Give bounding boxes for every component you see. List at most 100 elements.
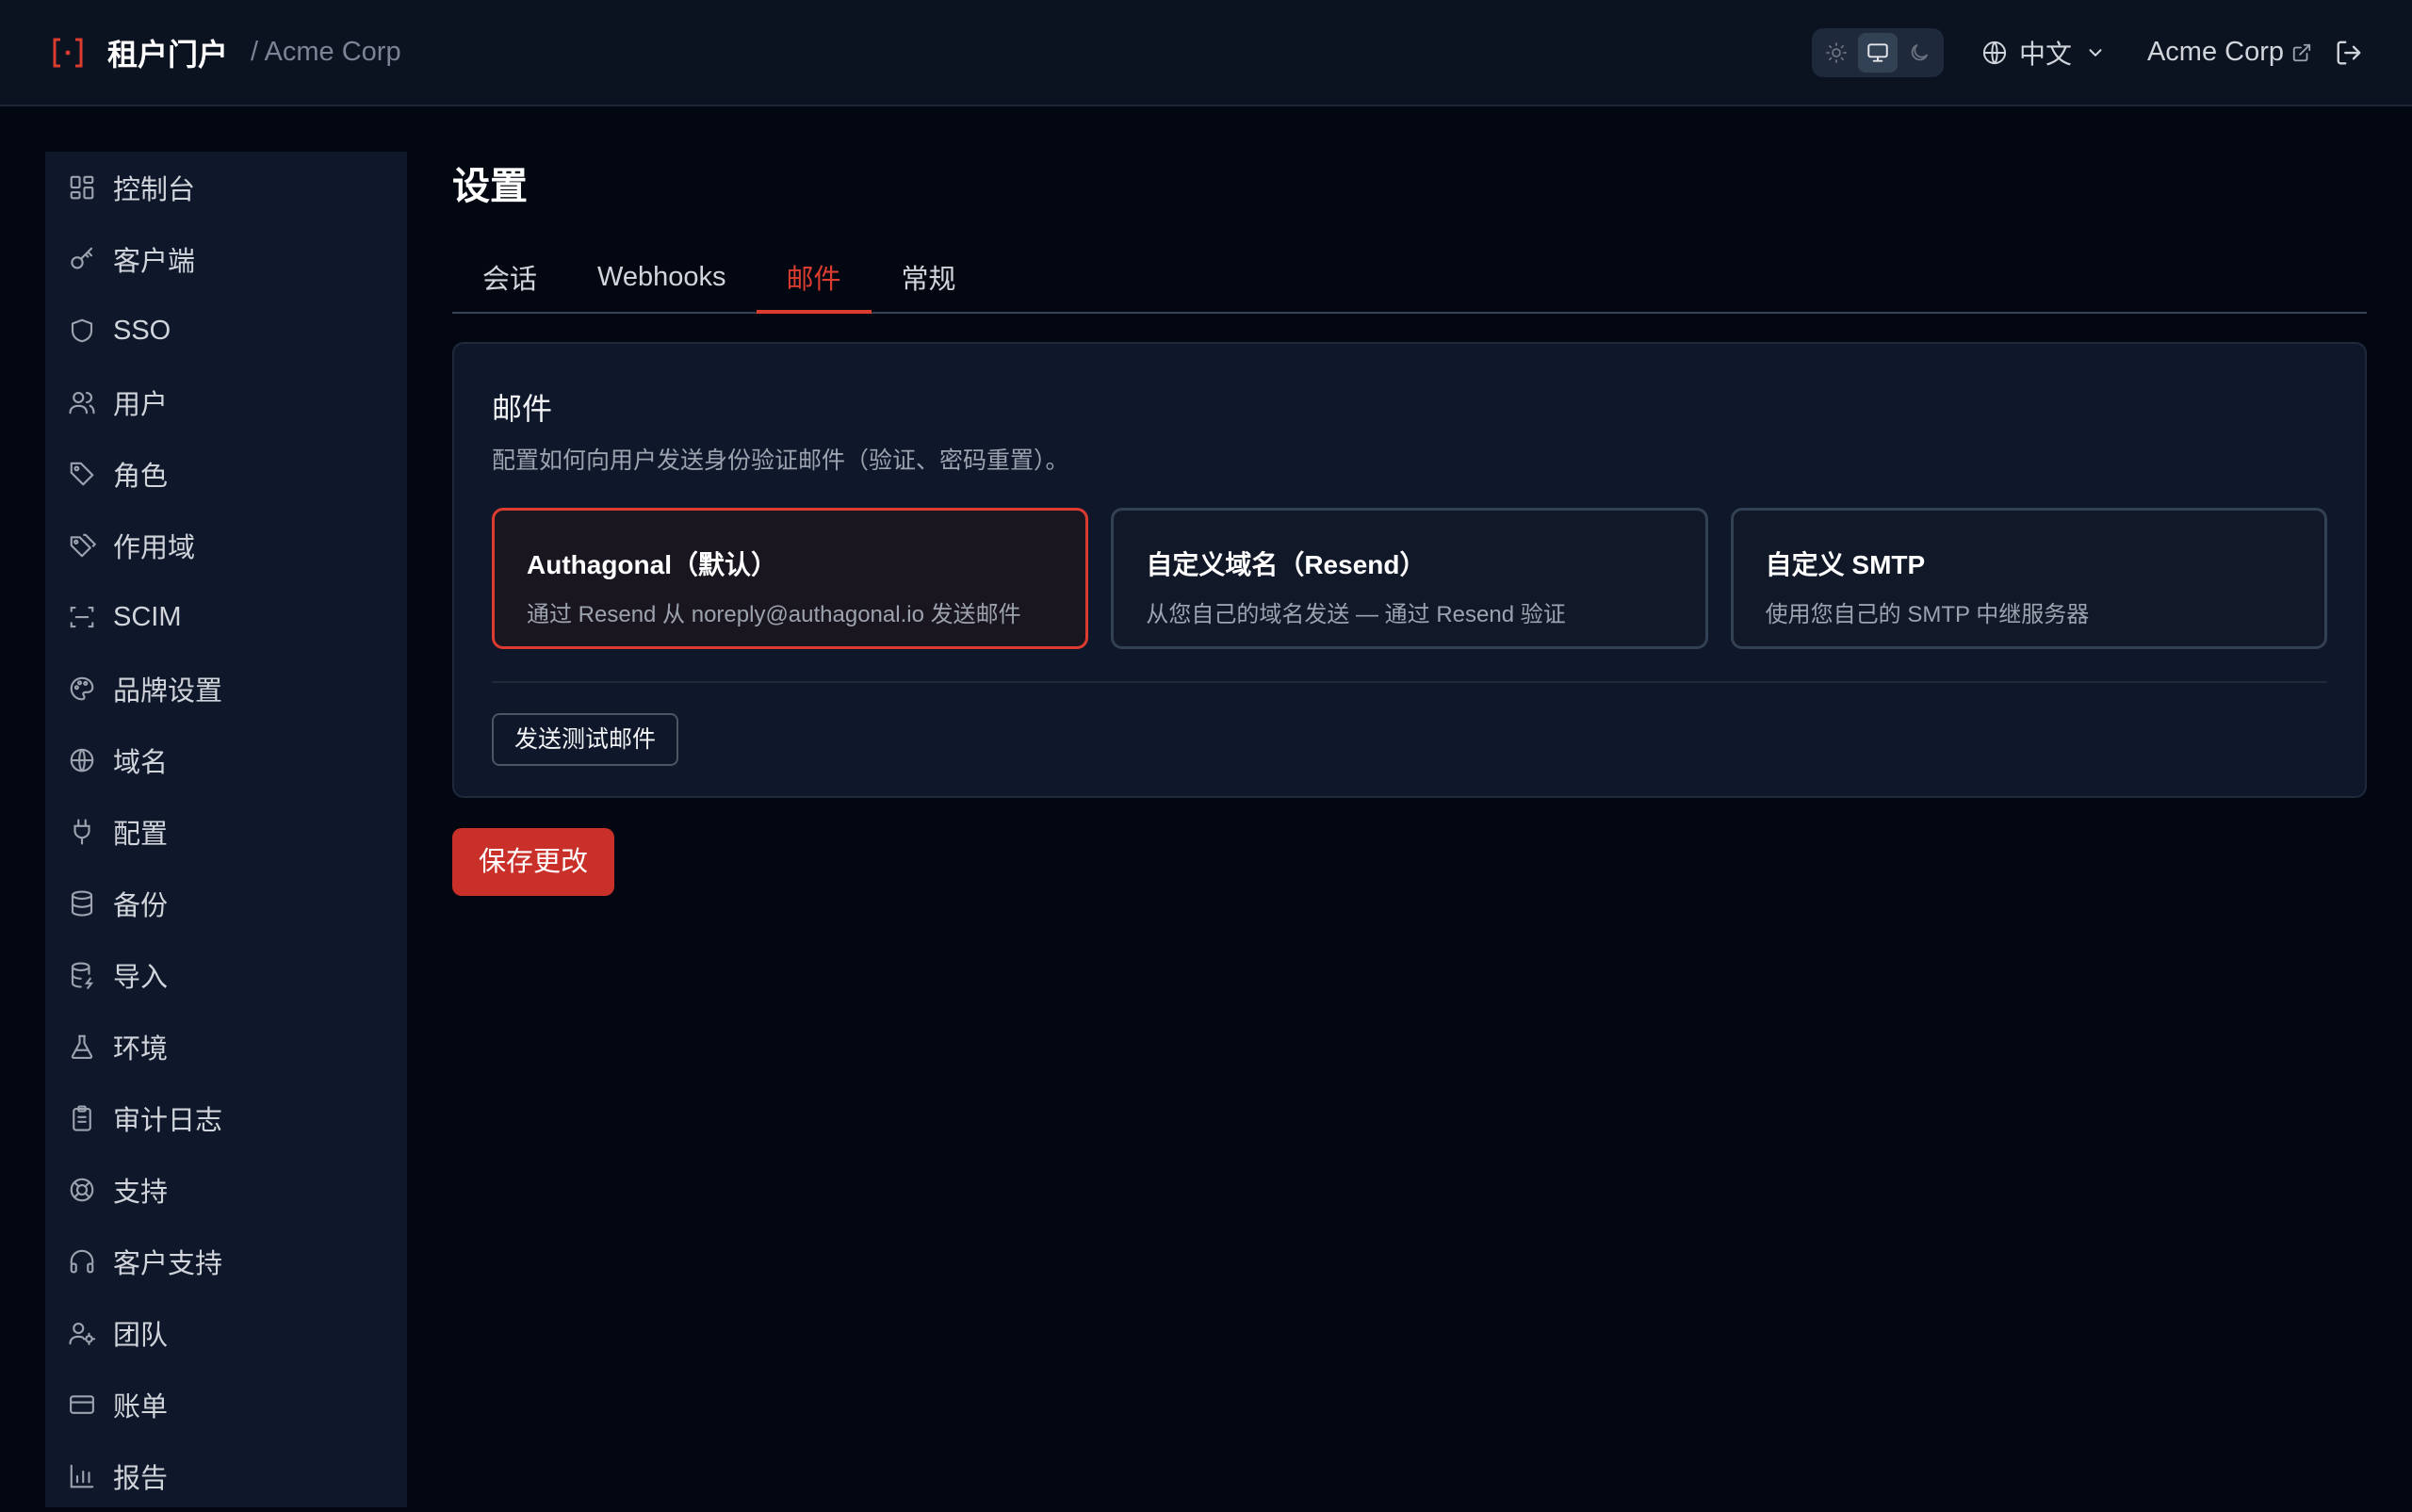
theme-toggle (1811, 27, 1944, 77)
language-selector[interactable]: 中文 (1981, 34, 2106, 72)
sidebar: 控制台 客户端 SSO 用户 角色 作用域 SCIM 品牌设置 域名 配置 备份… (45, 152, 407, 1507)
org-name: Acme Corp (2146, 37, 2284, 67)
save-changes-button[interactable]: 保存更改 (452, 828, 615, 896)
sidebar-item-users[interactable]: 用户 (45, 366, 407, 438)
users-icon (68, 388, 96, 416)
email-settings-card: 邮件 配置如何向用户发送身份验证邮件（验证、密码重置）。 Authagonal（… (452, 342, 2367, 798)
lifebuoy-icon (68, 1176, 96, 1204)
database-import-icon (68, 961, 96, 989)
theme-light-button[interactable] (1817, 33, 1856, 73)
monitor-icon (1866, 41, 1890, 65)
sidebar-item-label: 支持 (113, 1178, 169, 1208)
main-content: 设置 会话 Webhooks 邮件 常规 邮件 配置如何向用户发送身份验证邮件（… (452, 152, 2367, 896)
email-provider-options: Authagonal（默认） 通过 Resend 从 noreply@autha… (492, 508, 2327, 649)
tab-general[interactable]: 常规 (872, 242, 986, 312)
sidebar-item-label: 审计日志 (113, 1106, 223, 1136)
dashboard-icon (68, 173, 96, 202)
user-cog-icon (68, 1319, 96, 1347)
sidebar-item-scopes[interactable]: 作用域 (45, 510, 407, 581)
chevron-down-icon (2085, 42, 2106, 63)
option-custom-domain-resend[interactable]: 自定义域名（Resend） 从您自己的域名发送 — 通过 Resend 验证 (1111, 508, 1708, 649)
org-link[interactable]: Acme Corp (2147, 37, 2312, 68)
sun-icon (1825, 41, 1848, 64)
option-authagonal-default[interactable]: Authagonal（默认） 通过 Resend 从 noreply@autha… (492, 508, 1089, 649)
sidebar-item-team[interactable]: 团队 (45, 1297, 407, 1369)
sidebar-item-domains[interactable]: 域名 (45, 724, 407, 796)
send-test-email-button[interactable]: 发送测试邮件 (492, 713, 679, 766)
tags-icon (68, 531, 96, 560)
sidebar-item-branding[interactable]: 品牌设置 (45, 653, 407, 724)
database-icon (68, 889, 96, 918)
sidebar-item-label: 备份 (113, 891, 169, 921)
app-title: 租户门户 (107, 37, 229, 72)
moon-icon (1908, 41, 1931, 64)
sidebar-item-config[interactable]: 配置 (45, 796, 407, 868)
sidebar-item-label: 环境 (113, 1034, 169, 1065)
sidebar-item-roles[interactable]: 角色 (45, 438, 407, 510)
sidebar-item-label: 客户端 (113, 247, 196, 277)
sidebar-item-label: 域名 (113, 748, 169, 778)
scan-icon (68, 603, 96, 631)
sidebar-item-scim[interactable]: SCIM (45, 581, 407, 653)
sidebar-item-reports[interactable]: 报告 (45, 1440, 407, 1512)
language-label: 中文 (2018, 39, 2072, 69)
tab-webhooks[interactable]: Webhooks (567, 242, 757, 312)
shield-icon (68, 317, 96, 345)
option-description: 从您自己的域名发送 — 通过 Resend 验证 (1146, 602, 1566, 627)
clipboard-icon (68, 1104, 96, 1132)
sidebar-item-label: 品牌设置 (113, 676, 223, 707)
theme-system-button[interactable] (1857, 32, 1898, 73)
sidebar-item-label: SSO (113, 315, 171, 346)
sidebar-item-label: 配置 (113, 820, 169, 850)
sidebar-item-label: 报告 (113, 1464, 169, 1494)
sidebar-item-label: 导入 (113, 963, 169, 993)
sidebar-item-environment[interactable]: 环境 (45, 1011, 407, 1082)
sidebar-item-sso[interactable]: SSO (45, 295, 407, 366)
brand-logo-icon (49, 34, 87, 72)
globe-icon (68, 746, 96, 774)
logout-icon[interactable] (2335, 39, 2363, 67)
sidebar-item-audit-log[interactable]: 审计日志 (45, 1082, 407, 1154)
divider (492, 681, 2327, 683)
tab-email[interactable]: 邮件 (756, 242, 872, 314)
option-custom-smtp[interactable]: 自定义 SMTP 使用您自己的 SMTP 中继服务器 (1730, 508, 2327, 649)
option-title: 自定义域名（Resend） (1146, 550, 1426, 579)
flask-icon (68, 1032, 96, 1061)
sidebar-item-clients[interactable]: 客户端 (45, 223, 407, 295)
sidebar-item-billing[interactable]: 账单 (45, 1369, 407, 1440)
tag-icon (68, 460, 96, 488)
theme-dark-button[interactable] (1899, 33, 1939, 73)
sidebar-item-label: 角色 (113, 462, 169, 492)
key-icon (68, 245, 96, 273)
sidebar-item-label: 作用域 (113, 533, 196, 563)
option-title: 自定义 SMTP (1765, 550, 1926, 579)
brand[interactable]: 租户门户 / Acme Corp (49, 31, 401, 74)
card-title: 邮件 (492, 392, 553, 426)
settings-tabs: 会话 Webhooks 邮件 常规 (452, 242, 2367, 314)
option-title: Authagonal（默认） (527, 550, 777, 579)
sidebar-item-label: 团队 (113, 1321, 169, 1351)
sidebar-item-support[interactable]: 支持 (45, 1154, 407, 1226)
sidebar-item-label: SCIM (113, 601, 182, 632)
option-description: 使用您自己的 SMTP 中继服务器 (1765, 602, 2090, 627)
sidebar-item-label: 账单 (113, 1392, 169, 1423)
sidebar-item-dashboard[interactable]: 控制台 (45, 152, 407, 223)
plug-icon (68, 818, 96, 846)
option-description: 通过 Resend 从 noreply@authagonal.io 发送邮件 (527, 602, 1021, 627)
sidebar-item-label: 用户 (113, 390, 169, 420)
top-bar: 租户门户 / Acme Corp 中文 Acme Corp (0, 0, 2412, 106)
card-description: 配置如何向用户发送身份验证邮件（验证、密码重置）。 (492, 447, 1069, 474)
sidebar-item-label: 控制台 (113, 175, 196, 205)
breadcrumb-org: / Acme Corp (251, 37, 401, 67)
tab-sessions[interactable]: 会话 (452, 242, 567, 312)
bar-chart-icon (68, 1462, 96, 1490)
sidebar-item-import[interactable]: 导入 (45, 939, 407, 1011)
sidebar-item-customer-support[interactable]: 客户支持 (45, 1226, 407, 1297)
credit-card-icon (68, 1390, 96, 1419)
headphones-icon (68, 1247, 96, 1276)
sidebar-item-backup[interactable]: 备份 (45, 868, 407, 939)
sidebar-item-label: 客户支持 (113, 1249, 223, 1279)
globe-icon (1981, 40, 2008, 66)
palette-icon (68, 675, 96, 703)
page-title: 设置 (452, 166, 528, 207)
